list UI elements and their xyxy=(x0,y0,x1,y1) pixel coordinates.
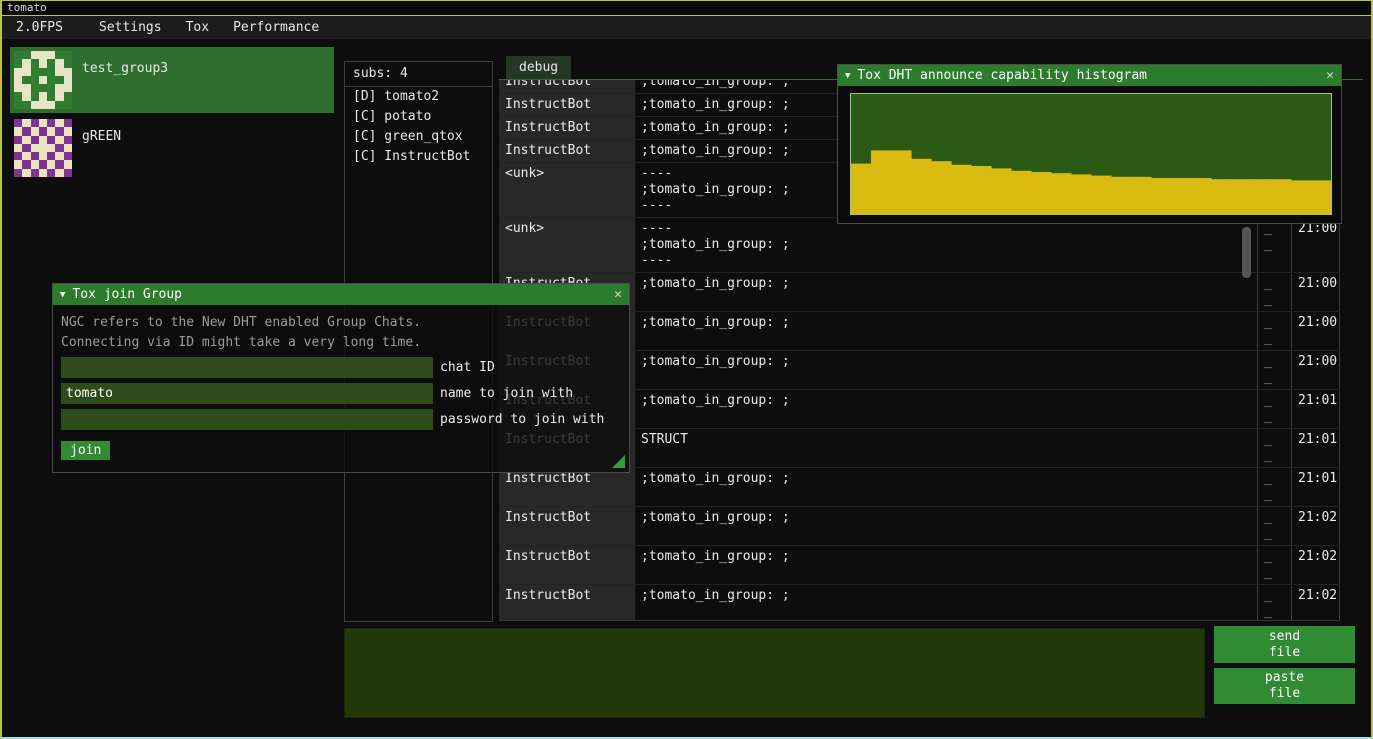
message-flags: _ _ xyxy=(1257,351,1291,389)
subs-item[interactable]: [C] InstructBot xyxy=(345,147,492,167)
sender-name: <unk> xyxy=(499,218,635,272)
sender-name: InstructBot xyxy=(499,94,635,116)
dht-histogram-chart xyxy=(850,93,1332,215)
join-button[interactable]: join xyxy=(61,441,110,460)
window-titlebar: tomato xyxy=(2,1,1371,16)
chat-id-input[interactable] xyxy=(61,357,433,378)
resize-grip[interactable] xyxy=(612,455,625,468)
message-time: 21:01 xyxy=(1291,468,1340,506)
chat-row[interactable]: InstructBot;tomato_in_group: ;_ _21:02 xyxy=(499,507,1340,546)
join-window-title: Tox join Group xyxy=(72,287,607,302)
menu-bar: 2.0FPS SettingsToxPerformance xyxy=(2,16,1371,39)
join-password-input[interactable] xyxy=(61,409,433,430)
collapse-arrow-icon[interactable]: ▼ xyxy=(60,290,65,300)
chat-id-label: chat ID xyxy=(440,360,495,375)
message-time: 21:00 xyxy=(1291,351,1340,389)
message-time: 21:00 xyxy=(1291,312,1340,350)
contact-list: test_group3 gREEN xyxy=(10,47,334,183)
subs-header: subs: 4 xyxy=(345,62,492,87)
message-flags: _ _ xyxy=(1257,390,1291,428)
message-time: 21:01 xyxy=(1291,390,1340,428)
chat-row[interactable]: <unk>---- ;tomato_in_group: ; ----_ _21:… xyxy=(499,218,1340,273)
message-flags: _ _ xyxy=(1257,546,1291,584)
contact-name: gREEN xyxy=(82,129,121,144)
menu-settings[interactable]: Settings xyxy=(87,16,174,39)
message-text: ;tomato_in_group: ; xyxy=(635,273,1257,311)
message-flags: _ _ xyxy=(1257,429,1291,467)
sender-name: InstructBot xyxy=(499,468,635,506)
chat-row[interactable]: InstructBot;tomato_in_group: ;_ _21:01 xyxy=(499,468,1340,507)
contact-test-group3[interactable]: test_group3 xyxy=(10,47,334,113)
join-info-text: NGC refers to the New DHT enabled Group … xyxy=(61,313,621,353)
join-window-body: NGC refers to the New DHT enabled Group … xyxy=(53,305,629,472)
message-text: ;tomato_in_group: ; xyxy=(635,507,1257,545)
window-title: tomato xyxy=(7,1,47,14)
close-icon[interactable]: ✕ xyxy=(1326,68,1334,83)
avatar xyxy=(14,119,72,177)
chat-row[interactable]: InstructBot;tomato_in_group: ;_ _21:02 xyxy=(499,585,1340,621)
sender-name: InstructBot xyxy=(499,507,635,545)
message-text: ---- ;tomato_in_group: ; ---- xyxy=(635,218,1257,272)
message-text: ;tomato_in_group: ; xyxy=(635,312,1257,350)
message-flags: _ _ xyxy=(1257,218,1291,272)
fps-counter: 2.0FPS xyxy=(6,20,73,35)
tab-debug[interactable]: debug xyxy=(506,56,571,79)
send-file-button[interactable]: send file xyxy=(1214,626,1355,663)
sender-name: InstructBot xyxy=(499,80,635,93)
message-flags: _ _ xyxy=(1257,273,1291,311)
avatar xyxy=(14,51,72,109)
join-fields: chat ID tomato name to join with password t… xyxy=(61,357,621,430)
contact-green[interactable]: gREEN xyxy=(10,115,334,181)
paste-file-button[interactable]: paste file xyxy=(1214,668,1355,704)
message-text: ;tomato_in_group: ; xyxy=(635,351,1257,389)
histogram-window-title: Tox DHT announce capability histogram xyxy=(857,68,1319,83)
message-text: ;tomato_in_group: ; xyxy=(635,468,1257,506)
histogram-window-titlebar[interactable]: ▼ Tox DHT announce capability histogram … xyxy=(838,65,1341,86)
join-info-line: Connecting via ID might take a very long… xyxy=(61,333,621,353)
message-flags: _ _ xyxy=(1257,507,1291,545)
chat-row[interactable]: InstructBot;tomato_in_group: ;_ _21:02 xyxy=(499,546,1340,585)
message-flags: _ _ xyxy=(1257,468,1291,506)
sender-name: InstructBot xyxy=(499,585,635,621)
sender-name: InstructBot xyxy=(499,140,635,162)
sender-name: InstructBot xyxy=(499,546,635,584)
contact-name: test_group3 xyxy=(82,61,168,76)
histogram-window: ▼ Tox DHT announce capability histogram … xyxy=(837,64,1342,224)
subs-item[interactable]: [D] tomato2 xyxy=(345,87,492,107)
message-flags: _ _ xyxy=(1257,312,1291,350)
message-flags: _ _ xyxy=(1257,585,1291,621)
menu-tox[interactable]: Tox xyxy=(174,16,221,39)
sender-name: <unk> xyxy=(499,163,635,217)
histogram-window-body xyxy=(838,86,1341,223)
close-icon[interactable]: ✕ xyxy=(614,287,622,302)
message-input[interactable] xyxy=(344,628,1205,718)
app-window: tomato 2.0FPS SettingsToxPerformance tes… xyxy=(0,0,1373,739)
message-time: 21:00 xyxy=(1291,273,1340,311)
subs-list: [D] tomato2[C] potato[C] green_qtox[C] I… xyxy=(345,87,492,167)
chat-scrollbar-thumb[interactable] xyxy=(1242,227,1251,278)
join-group-window: ▼ Tox join Group ✕ NGC refers to the New… xyxy=(52,283,630,473)
message-text: ;tomato_in_group: ; xyxy=(635,585,1257,621)
join-name-label: name to join with xyxy=(440,386,573,401)
join-window-titlebar[interactable]: ▼ Tox join Group ✕ xyxy=(53,284,629,305)
collapse-arrow-icon[interactable]: ▼ xyxy=(845,71,850,81)
sender-name: InstructBot xyxy=(499,117,635,139)
message-text: ;tomato_in_group: ; xyxy=(635,390,1257,428)
join-info-line: NGC refers to the New DHT enabled Group … xyxy=(61,313,621,333)
message-time: 21:01 xyxy=(1291,429,1340,467)
menu-performance[interactable]: Performance xyxy=(221,16,331,39)
message-time: 21:02 xyxy=(1291,585,1340,621)
subs-item[interactable]: [C] green_qtox xyxy=(345,127,492,147)
message-time: 21:02 xyxy=(1291,507,1340,545)
join-password-label: password to join with xyxy=(440,412,604,427)
join-name-input[interactable]: tomato xyxy=(61,383,433,404)
message-time: 21:02 xyxy=(1291,546,1340,584)
message-text: ;tomato_in_group: ; xyxy=(635,546,1257,584)
subs-item[interactable]: [C] potato xyxy=(345,107,492,127)
message-time: 21:00 xyxy=(1291,218,1340,272)
message-text: STRUCT xyxy=(635,429,1257,467)
